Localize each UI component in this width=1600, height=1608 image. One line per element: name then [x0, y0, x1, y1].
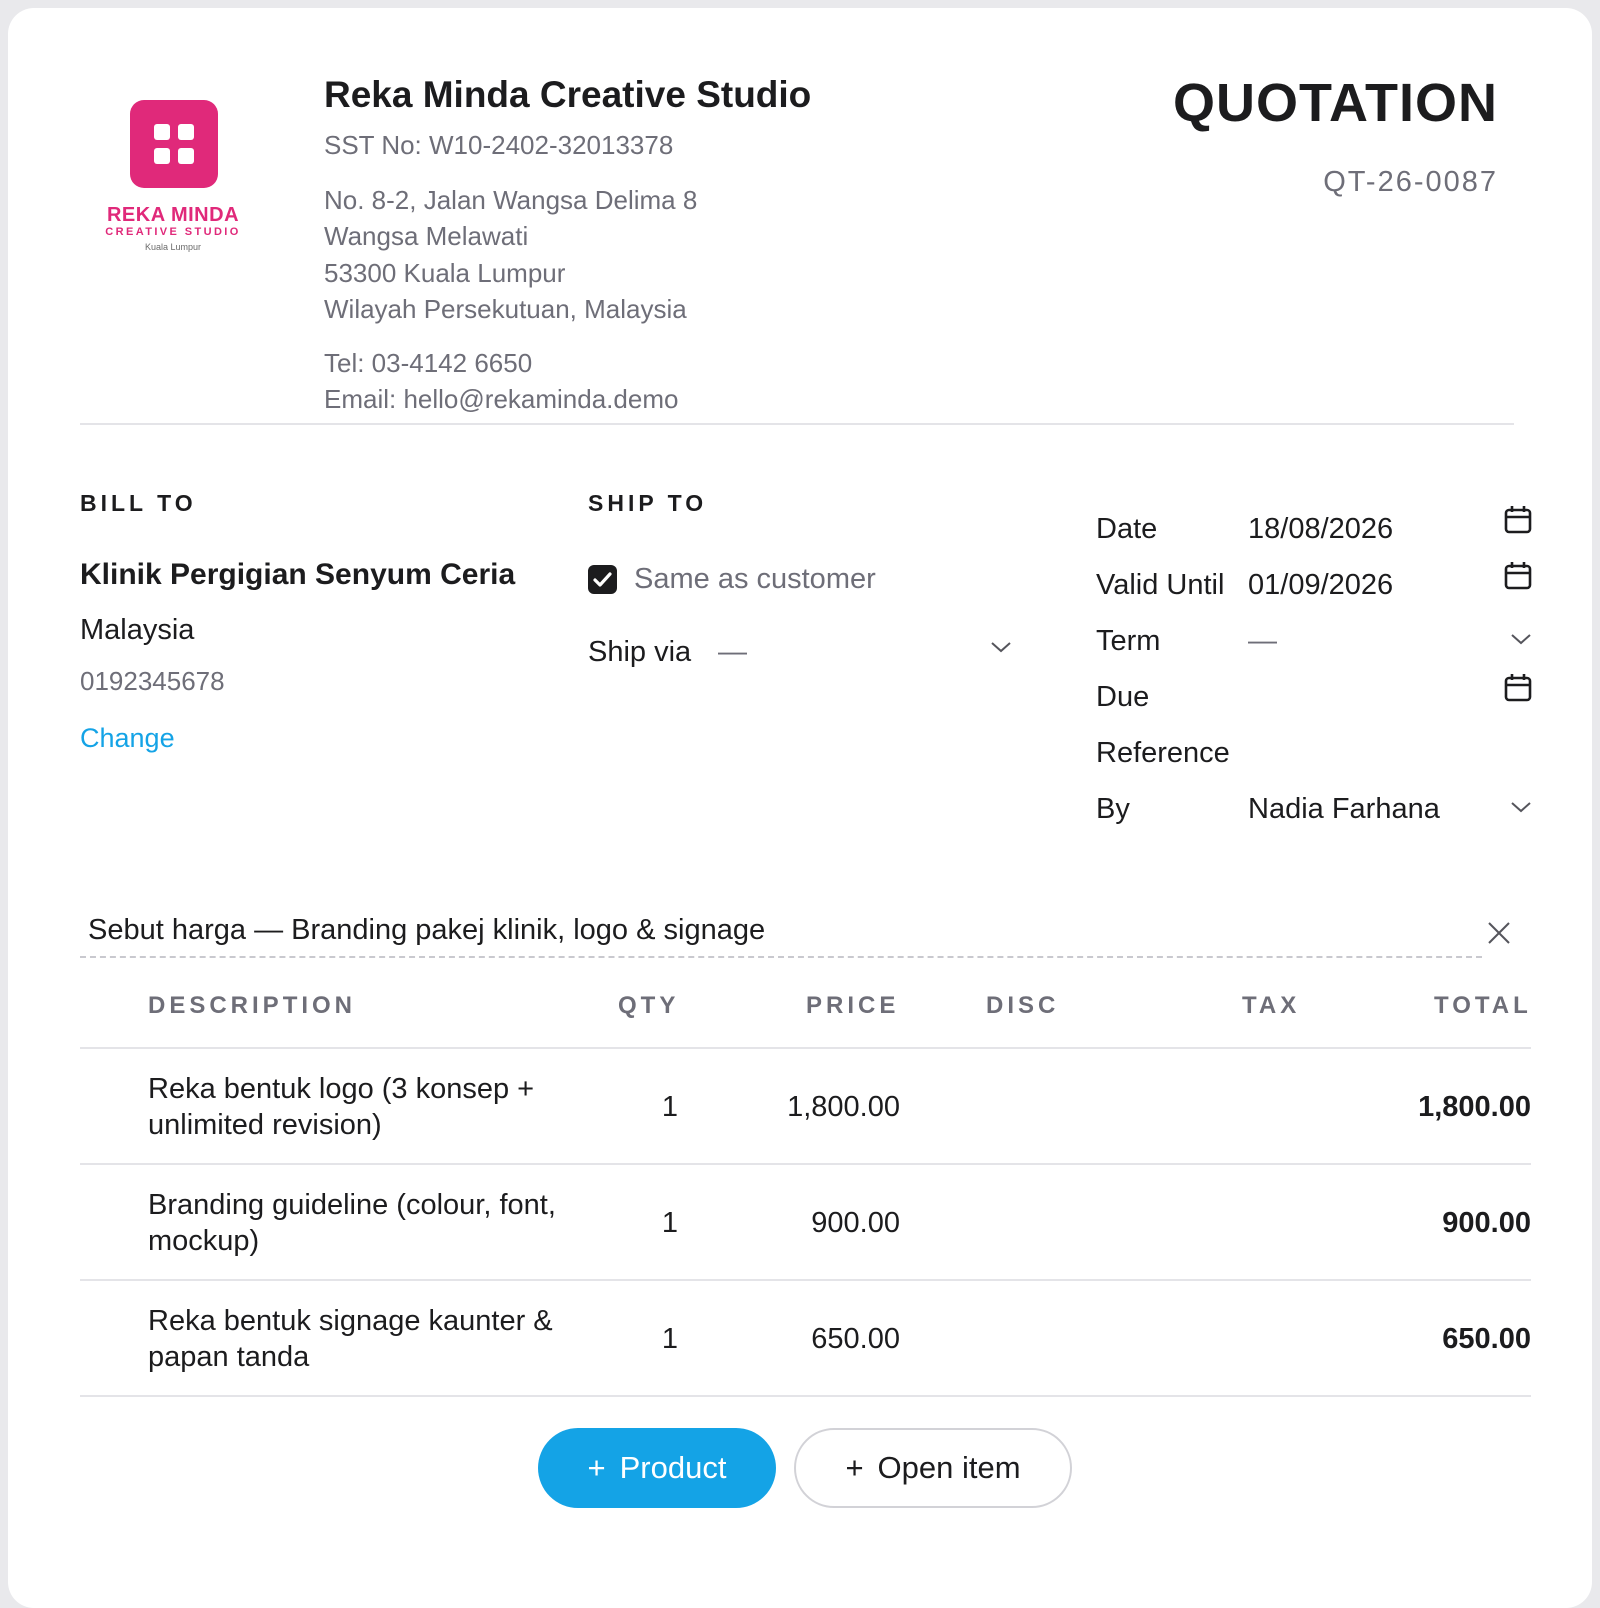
same-as-customer-checkbox[interactable] — [588, 565, 617, 594]
calendar-icon[interactable] — [1504, 504, 1532, 534]
chevron-down-icon — [991, 642, 1011, 653]
reference-input[interactable] — [1248, 737, 1528, 773]
column-header-qty: QTY — [618, 992, 680, 1019]
valid-until-input[interactable]: 01/09/2026 — [1248, 569, 1393, 602]
column-header-total: TOTAL — [1434, 992, 1532, 1019]
company-address-line: 53300 Kuala Lumpur — [324, 258, 566, 288]
document-title: QUOTATION — [1173, 73, 1498, 133]
reference-label: Reference — [1096, 737, 1230, 769]
salesperson-value: Nadia Farhana — [1248, 793, 1440, 825]
quote-title-input[interactable]: Sebut harga — Branding pakej klinik, log… — [80, 906, 1482, 958]
column-header-description: DESCRIPTION — [148, 992, 357, 1019]
customer-country: Malaysia — [80, 614, 195, 646]
column-header-price: PRICE — [806, 992, 900, 1019]
chevron-down-icon — [1511, 802, 1531, 813]
header-divider — [80, 423, 1514, 425]
row-qty: 1 — [661, 1207, 678, 1239]
company-tel: Tel: 03-4142 6650 — [324, 348, 533, 378]
term-select[interactable]: — — [1248, 616, 1538, 660]
ship-via-label: Ship via — [588, 636, 692, 668]
ship-via-select[interactable]: — — [718, 628, 1018, 672]
row-description: Reka bentuk logo (3 konsep + unlimited r… — [148, 1073, 535, 1141]
row-price: 900.00 — [811, 1207, 900, 1239]
plus-icon: + — [845, 1450, 864, 1485]
due-label: Due — [1096, 681, 1150, 713]
chevron-down-icon — [1511, 634, 1531, 645]
row-price: 650.00 — [811, 1323, 900, 1355]
term-value: — — [1248, 625, 1277, 657]
row-qty: 1 — [661, 1323, 678, 1355]
company-name: Reka Minda Creative Studio — [324, 74, 812, 115]
change-customer-link[interactable]: Change — [80, 723, 175, 754]
logo-name: REKA MINDA — [106, 204, 240, 226]
date-label: Date — [1096, 513, 1158, 545]
quote-title-text: Sebut harga — Branding pakej klinik, log… — [88, 914, 766, 946]
check-icon — [593, 572, 612, 587]
column-header-tax: TAX — [1242, 992, 1301, 1019]
row-description: Branding guideline (colour, font, mockup… — [148, 1189, 556, 1257]
valid-until-label: Valid Until — [1096, 569, 1225, 601]
row-total: 650.00 — [1442, 1323, 1531, 1355]
customer-phone: 0192345678 — [80, 666, 225, 696]
ship-to-label: SHIP TO — [588, 490, 708, 516]
ship-via-value: — — [718, 636, 747, 668]
company-logo — [130, 100, 218, 188]
close-icon[interactable] — [1486, 920, 1512, 946]
add-product-button[interactable]: + Product — [538, 1428, 776, 1508]
add-product-label: Product — [619, 1450, 727, 1485]
add-open-item-button[interactable]: + Open item — [794, 1428, 1072, 1508]
company-address-line: Wilayah Persekutuan, Malaysia — [324, 294, 687, 324]
term-label: Term — [1096, 625, 1161, 657]
same-as-customer-label[interactable]: Same as customer — [634, 563, 876, 596]
company-address-line: Wangsa Melawati — [324, 221, 529, 251]
logo-subtitle: CREATIVE STUDIO — [105, 226, 241, 238]
plus-icon: + — [587, 1450, 606, 1485]
row-description: Reka bentuk signage kaunter & papan tand… — [148, 1305, 553, 1373]
row-price: 1,800.00 — [787, 1091, 900, 1123]
row-total: 1,800.00 — [1418, 1091, 1531, 1123]
company-email: Email: hello@rekaminda.demo — [324, 384, 679, 414]
salesperson-select[interactable]: Nadia Farhana — [1248, 784, 1538, 828]
company-sst: SST No: W10-2402-32013378 — [324, 130, 674, 160]
by-label: By — [1096, 793, 1130, 825]
document-number: QT-26-0087 — [1323, 166, 1498, 198]
bill-to-label: BILL TO — [80, 490, 197, 516]
add-open-item-label: Open item — [877, 1450, 1021, 1485]
company-address-line: No. 8-2, Jalan Wangsa Delima 8 — [324, 185, 698, 215]
column-header-disc: DISC — [986, 992, 1060, 1019]
row-total: 900.00 — [1442, 1207, 1531, 1239]
row-qty: 1 — [661, 1091, 678, 1123]
calendar-icon[interactable] — [1504, 672, 1532, 702]
customer-name: Klinik Pergigian Senyum Ceria — [80, 558, 516, 591]
calendar-icon[interactable] — [1504, 560, 1532, 590]
quotation-card: REKA MINDA CREATIVE STUDIO Kuala Lumpur … — [8, 8, 1592, 1608]
table-divider — [80, 1395, 1531, 1397]
logo-city: Kuala Lumpur — [144, 242, 202, 252]
date-input[interactable]: 18/08/2026 — [1248, 513, 1393, 546]
